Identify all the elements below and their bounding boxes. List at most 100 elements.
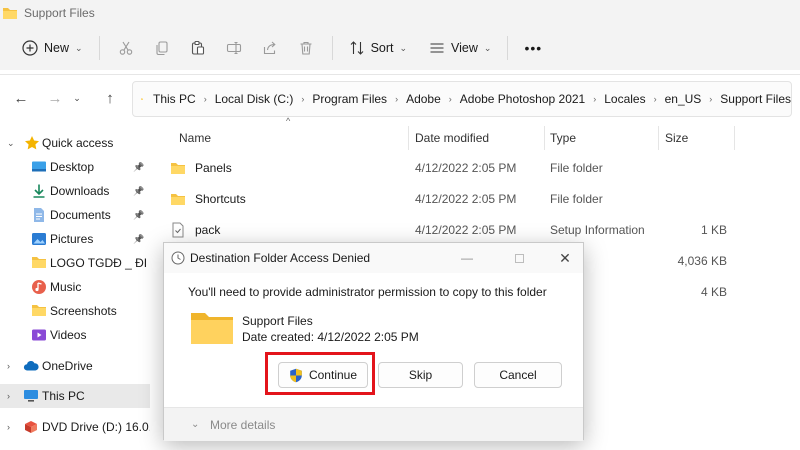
music-icon [31, 279, 47, 295]
file-size: 4,036 KB [677, 253, 727, 268]
back-button[interactable]: ← [10, 87, 32, 109]
rename-button[interactable] [216, 32, 252, 64]
chevron-right-icon[interactable]: › [395, 94, 398, 104]
videos-icon [31, 327, 47, 343]
minimize-icon: — [461, 251, 473, 265]
chevron-right-icon[interactable]: › [7, 422, 10, 432]
delete-icon [300, 41, 312, 55]
skip-button[interactable]: Skip [378, 362, 463, 388]
breadcrumb-item[interactable]: Adobe Photoshop 2021 [460, 92, 585, 106]
file-date-modified: 4/12/2022 2:05 PM [415, 160, 517, 175]
folder-icon [31, 303, 47, 319]
file-name: Shortcuts [195, 191, 246, 206]
pictures-icon [31, 231, 47, 247]
chevron-right-icon[interactable]: › [204, 94, 207, 104]
more-options-button[interactable]: ••• [516, 32, 550, 64]
more-details-toggle[interactable]: ⌄ More details [164, 407, 583, 441]
file-row[interactable]: Panels 4/12/2022 2:05 PM File folder [150, 152, 800, 183]
sidebar-item[interactable]: Desktop 📌 [0, 155, 150, 179]
dialog-maximize-button[interactable] [509, 249, 529, 267]
folder-icon [170, 183, 186, 214]
sidebar-item[interactable]: › This PC [0, 384, 150, 408]
sidebar-item-label: Documents [50, 208, 111, 222]
arrow-up-icon: ↑ [106, 89, 114, 107]
forward-button[interactable]: → [44, 87, 66, 109]
sidebar-item-label: Desktop [50, 160, 95, 174]
chevron-right-icon[interactable]: › [449, 94, 452, 104]
column-header-name[interactable]: Name [179, 126, 211, 150]
file-icon [170, 214, 186, 245]
sidebar-item[interactable]: Music [0, 275, 150, 299]
up-button[interactable]: ↑ [99, 87, 121, 109]
sidebar-item[interactable]: Pictures 📌 [0, 227, 150, 251]
recent-dropdown-button[interactable]: ⌄ [70, 87, 84, 109]
sidebar-item-label: Music [50, 280, 82, 294]
dialog-folder-date: Date created: 4/12/2022 2:05 PM [242, 330, 419, 344]
folder-icon [141, 98, 143, 100]
breadcrumb-item[interactable]: en_US [665, 92, 702, 106]
share-button[interactable] [252, 32, 288, 64]
address-bar[interactable]: This PC › Local Disk (C:) › Program Files › Ad… [132, 81, 792, 117]
column-header-date[interactable]: Date modified [415, 126, 489, 150]
sidebar-item[interactable]: › OneDrive [0, 354, 150, 378]
dialog-minimize-button[interactable]: — [457, 249, 477, 267]
breadcrumb-item[interactable]: Adobe [406, 92, 441, 106]
sidebar-item[interactable]: LOGO TGDĐ _ ĐI [0, 251, 150, 275]
sidebar-item[interactable]: ⌄ Quick access [0, 131, 150, 155]
folder-icon [170, 152, 186, 183]
arrow-right-icon: → [47, 89, 63, 107]
download-icon [31, 183, 47, 199]
continue-button[interactable]: Continue [278, 362, 368, 388]
chevron-right-icon[interactable]: › [654, 94, 657, 104]
folder-icon [191, 313, 233, 344]
paste-button[interactable] [180, 32, 216, 64]
access-denied-dialog: Destination Folder Access Denied — ✕ You… [163, 242, 584, 441]
sidebar-item[interactable]: › DVD Drive (D:) 16.0.1 [0, 415, 150, 439]
cut-button[interactable] [108, 32, 144, 64]
copy-progress-icon [171, 251, 185, 265]
dialog-title: Destination Folder Access Denied [190, 251, 371, 265]
sidebar-item-label: Screenshots [50, 304, 117, 318]
chevron-down-icon[interactable]: ⌄ [7, 138, 15, 149]
chevron-right-icon[interactable]: › [593, 94, 596, 104]
dialog-close-button[interactable]: ✕ [555, 249, 575, 267]
sidebar-item[interactable]: Documents 📌 [0, 203, 150, 227]
cancel-button[interactable]: Cancel [474, 362, 562, 388]
column-header-type[interactable]: Type [550, 126, 576, 150]
chevron-right-icon[interactable]: › [301, 94, 304, 104]
cut-icon [119, 41, 132, 55]
maximize-icon [514, 253, 524, 263]
breadcrumb-item[interactable]: Local Disk (C:) [215, 92, 294, 106]
sort-button[interactable]: Sort ⌄ [341, 32, 415, 64]
dialog-folder-name: Support Files [242, 314, 313, 328]
copy-button[interactable] [144, 32, 180, 64]
breadcrumb-item[interactable]: Support Files [720, 92, 791, 106]
column-header-size[interactable]: Size [665, 126, 688, 150]
chevron-right-icon[interactable]: › [7, 361, 10, 371]
file-type: File folder [550, 191, 603, 206]
chevron-right-icon[interactable]: › [7, 391, 10, 401]
title-bar: Support Files [0, 0, 800, 26]
sidebar-item[interactable]: Screenshots [0, 299, 150, 323]
sidebar-item[interactable]: Downloads 📌 [0, 179, 150, 203]
folder-icon [31, 255, 47, 271]
file-type: File folder [550, 160, 603, 175]
computer-icon [23, 388, 39, 404]
file-row[interactable]: Shortcuts 4/12/2022 2:05 PM File folder [150, 183, 800, 214]
breadcrumb-item[interactable]: This PC [153, 92, 196, 106]
chevron-right-icon[interactable]: › [709, 94, 712, 104]
breadcrumb-item[interactable]: Program Files [312, 92, 387, 106]
column-divider [544, 126, 545, 150]
chevron-down-icon: ⌄ [75, 42, 83, 53]
sidebar-item[interactable]: Videos [0, 323, 150, 347]
file-date-modified: 4/12/2022 2:05 PM [415, 222, 517, 237]
column-divider [408, 126, 409, 150]
delete-button[interactable] [288, 32, 324, 64]
file-date-modified: 4/12/2022 2:05 PM [415, 191, 517, 206]
new-button[interactable]: New ⌄ [14, 32, 91, 64]
view-button[interactable]: View ⌄ [421, 32, 499, 64]
sidebar-item-label: Quick access [42, 136, 114, 150]
breadcrumb-item[interactable]: Locales [604, 92, 645, 106]
file-row[interactable]: pack 4/12/2022 2:05 PM Setup Information 1 … [150, 214, 800, 245]
plus-circle-icon [22, 40, 38, 56]
